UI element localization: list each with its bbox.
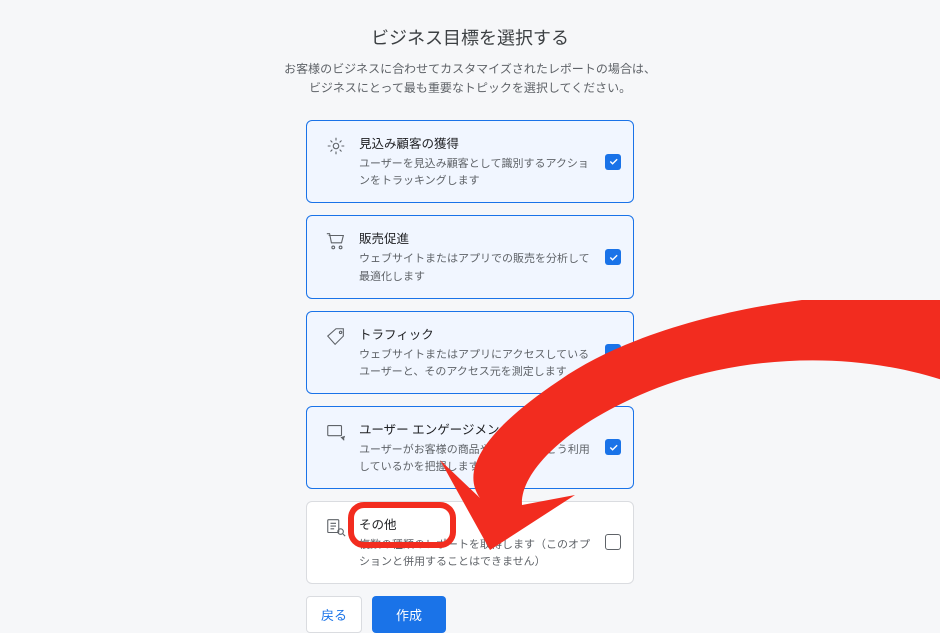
subtitle-line-2: ビジネスにとって最も重要なトピックを選択してください。 <box>309 81 631 95</box>
objective-card-leads[interactable]: 見込み顧客の獲得 ユーザーを見込み顧客として識別するアクションをトラッキングしま… <box>306 120 634 203</box>
lead-icon <box>319 133 353 157</box>
checkbox-checked[interactable] <box>605 439 621 455</box>
cart-icon <box>319 228 353 252</box>
card-desc: ユーザーがお客様の商品やサービスをどう利用しているかを把握します <box>359 442 595 476</box>
checkbox-checked[interactable] <box>605 154 621 170</box>
objective-card-sales[interactable]: 販売促進 ウェブサイトまたはアプリでの販売を分析して最適化します <box>306 215 634 298</box>
card-title: ユーザー エンゲージメントと維持率 <box>359 419 595 438</box>
engagement-icon <box>319 419 353 443</box>
objective-card-other[interactable]: その他 複数の種類のレポートを取得します（このオプションと併用することはできませ… <box>306 501 634 584</box>
card-title: 見込み顧客の獲得 <box>359 133 595 152</box>
checkbox-checked[interactable] <box>605 249 621 265</box>
card-title: 販売促進 <box>359 228 595 247</box>
tag-icon <box>319 324 353 348</box>
card-title: トラフィック <box>359 324 595 343</box>
page-subtitle: お客様のビジネスに合わせてカスタマイズされたレポートの場合は、 ビジネスにとって… <box>0 60 940 98</box>
create-button[interactable]: 作成 <box>372 596 446 633</box>
other-icon <box>319 514 353 538</box>
card-desc: 複数の種類のレポートを取得します（このオプションと併用することはできません） <box>359 537 595 571</box>
checkbox-checked[interactable] <box>605 344 621 360</box>
card-desc: ウェブサイトまたはアプリにアクセスしているユーザーと、そのアクセス元を測定します <box>359 347 595 381</box>
card-desc: ウェブサイトまたはアプリでの販売を分析して最適化します <box>359 251 595 285</box>
subtitle-line-1: お客様のビジネスに合わせてカスタマイズされたレポートの場合は、 <box>284 62 656 76</box>
card-title: その他 <box>359 514 595 533</box>
checkbox-unchecked[interactable] <box>605 534 621 550</box>
objective-card-traffic[interactable]: トラフィック ウェブサイトまたはアプリにアクセスしているユーザーと、そのアクセス… <box>306 311 634 394</box>
footer-actions: 戻る 作成 <box>306 596 634 633</box>
objective-options: 見込み顧客の獲得 ユーザーを見込み顧客として識別するアクションをトラッキングしま… <box>306 120 634 583</box>
page-title: ビジネス目標を選択する <box>0 0 940 50</box>
back-button[interactable]: 戻る <box>306 596 362 633</box>
card-desc: ユーザーを見込み顧客として識別するアクションをトラッキングします <box>359 156 595 190</box>
objective-card-engagement[interactable]: ユーザー エンゲージメントと維持率 ユーザーがお客様の商品やサービスをどう利用し… <box>306 406 634 489</box>
